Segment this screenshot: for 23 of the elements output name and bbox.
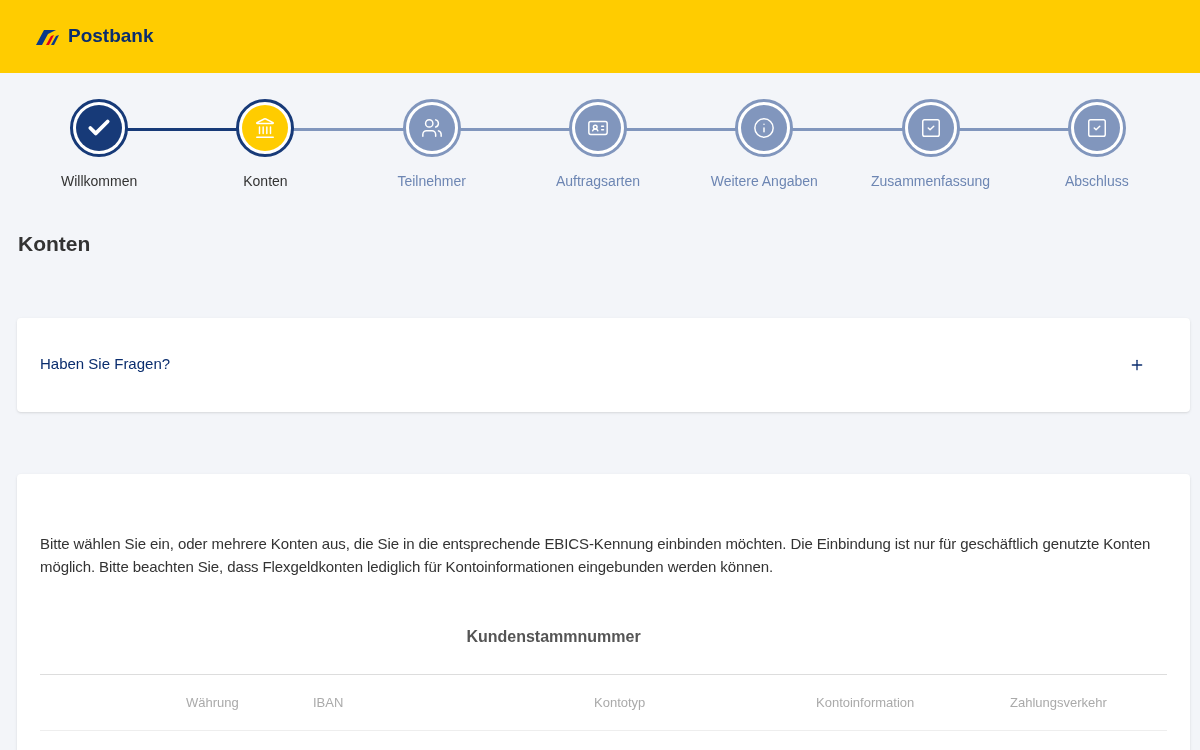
intro-paragraph: Bitte wählen Sie ein, oder mehrere Konten aus, die Sie in die entsprechende EBICS-Kennung einbinden möchten. Die Einbindung ist nur für geschäftlich genutzte Konten möglich. Bitte beachten Sie, dass Flexgeldkonten lediglich für Kontoinformationen eingebunden werden können.	[40, 533, 1152, 577]
people-icon	[420, 117, 443, 139]
step-label: Weitere Angaben	[710, 172, 818, 191]
group-heading: Kundenstammnummer	[466, 626, 641, 647]
column-header: Kontotyp	[594, 695, 646, 710]
checkbox-icon	[919, 117, 942, 139]
faq-card[interactable]: Haben Sie Fragen?	[17, 317, 1190, 412]
column-header: Kontoinformation	[816, 695, 915, 710]
step-label: Konten	[243, 172, 288, 191]
step-label: Abschluss	[1064, 172, 1129, 191]
page-title: Konten	[17, 231, 92, 257]
step-label: Auftragsarten	[555, 172, 640, 191]
checkbox-icon	[1085, 117, 1108, 139]
bank-icon	[254, 117, 277, 139]
step-label: Zusammenfassung	[871, 172, 991, 191]
column-header: Währung	[186, 695, 239, 710]
brand-name: Postbank	[68, 24, 154, 49]
column-header: IBAN	[313, 695, 344, 710]
step-label: Willkommen	[61, 172, 138, 191]
step-label: Teilnehmer	[397, 172, 466, 191]
faq-label: Haben Sie Fragen?	[40, 354, 171, 375]
info-icon	[753, 117, 776, 139]
column-header: Zahlungsverkehr	[1010, 695, 1107, 710]
